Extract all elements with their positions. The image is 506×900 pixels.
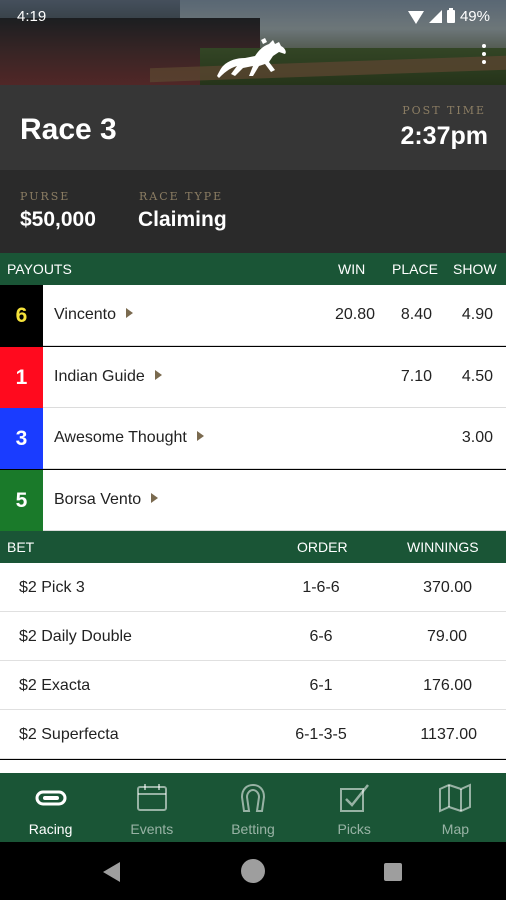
bottom-nav: Racing Events Betting Picks Map <box>0 773 506 842</box>
nav-picks-label: Picks <box>337 821 371 837</box>
status-time: 4:19 <box>17 8 47 25</box>
recent-apps-icon[interactable] <box>384 863 402 881</box>
bet-row: $2 Pick 3 1-6-6 370.00 <box>0 563 506 612</box>
payout-row[interactable]: 3 Awesome Thought 3.00 <box>0 408 506 469</box>
race-type-label: RACE TYPE <box>139 190 224 203</box>
horse-name[interactable]: Vincento <box>54 306 133 324</box>
program-number-badge: 3 <box>0 408 43 469</box>
expand-arrow-icon <box>196 431 204 441</box>
horseshoe-icon <box>236 783 270 813</box>
show-payout: 3.00 <box>461 429 493 446</box>
system-nav-bar <box>0 842 506 900</box>
nav-picks[interactable]: Picks <box>304 773 405 842</box>
battery-level: 49% <box>459 8 490 25</box>
racing-icon <box>34 783 68 813</box>
nav-racing-label: Racing <box>28 821 73 837</box>
status-bar: 4:19 49% <box>0 0 506 32</box>
order-column-header: ORDER <box>297 539 348 555</box>
horse-name[interactable]: Awesome Thought <box>54 429 204 447</box>
expand-arrow-icon <box>151 493 159 503</box>
place-payout: 7.10 <box>400 368 432 385</box>
horse-logo-icon <box>217 38 286 78</box>
win-payout: 20.80 <box>334 306 375 323</box>
nav-events-label: Events <box>130 821 174 837</box>
race-title: Race 3 <box>20 113 117 146</box>
horse-name[interactable]: Borsa Vento <box>54 491 159 509</box>
winnings-column-header: WINNINGS <box>407 539 479 555</box>
purse-label: PURSE <box>20 190 71 203</box>
show-payout: 4.50 <box>461 368 493 385</box>
race-info: PURSE $50,000 RACE TYPE Claiming <box>0 170 506 253</box>
bet-winnings: 1137.00 <box>420 726 477 743</box>
bet-row: $2 Superfecta 6-1-3-5 1137.00 <box>0 710 506 759</box>
post-time: 2:37pm <box>400 122 488 150</box>
picks-icon <box>337 783 371 813</box>
wifi-icon <box>407 11 424 24</box>
bet-row: $2 Exacta 6-1 176.00 <box>0 661 506 710</box>
win-column-header: WIN <box>338 261 366 277</box>
bet-row: $2 Daily Double 6-6 79.00 <box>0 612 506 661</box>
purse-value: $50,000 <box>20 208 96 231</box>
nav-map[interactable]: Map <box>405 773 506 842</box>
nav-betting[interactable]: Betting <box>202 773 303 842</box>
battery-icon <box>446 8 455 23</box>
events-icon <box>135 783 169 813</box>
post-time-label: POST TIME <box>402 104 486 117</box>
back-icon[interactable] <box>103 862 120 882</box>
show-payout: 4.90 <box>461 306 493 323</box>
payout-row[interactable]: 6 Vincento 20.80 8.40 4.90 <box>0 285 506 346</box>
nav-map-label: Map <box>441 821 470 837</box>
place-column-header: PLACE <box>392 261 438 277</box>
list-end-spacer <box>0 760 506 773</box>
payout-row[interactable]: 1 Indian Guide 7.10 4.50 <box>0 347 506 408</box>
nav-betting-label: Betting <box>231 821 275 837</box>
program-number-badge: 5 <box>0 470 43 531</box>
bet-winnings: 176.00 <box>423 677 472 694</box>
nav-racing[interactable]: Racing <box>0 773 101 842</box>
payouts-header: PAYOUTS WIN PLACE SHOW <box>0 253 506 285</box>
overflow-menu-icon[interactable] <box>482 44 486 68</box>
race-type-value: Claiming <box>138 208 227 231</box>
horse-name[interactable]: Indian Guide <box>54 368 162 386</box>
signal-icon <box>428 10 442 23</box>
expand-arrow-icon <box>125 308 133 318</box>
expand-arrow-icon <box>154 370 162 380</box>
home-icon[interactable] <box>241 859 265 883</box>
bet-winnings: 370.00 <box>423 579 472 596</box>
show-column-header: SHOW <box>453 261 497 277</box>
bet-column-header: BET <box>7 539 35 555</box>
map-icon <box>438 783 472 813</box>
program-number-badge: 6 <box>0 285 43 346</box>
payout-row[interactable]: 5 Borsa Vento <box>0 470 506 531</box>
payouts-heading: PAYOUTS <box>7 261 72 277</box>
place-payout: 8.40 <box>400 306 432 323</box>
bet-winnings: 79.00 <box>426 628 467 645</box>
nav-events[interactable]: Events <box>101 773 202 842</box>
program-number-badge: 1 <box>0 347 43 408</box>
bets-header: BET ORDER WINNINGS <box>0 531 506 563</box>
